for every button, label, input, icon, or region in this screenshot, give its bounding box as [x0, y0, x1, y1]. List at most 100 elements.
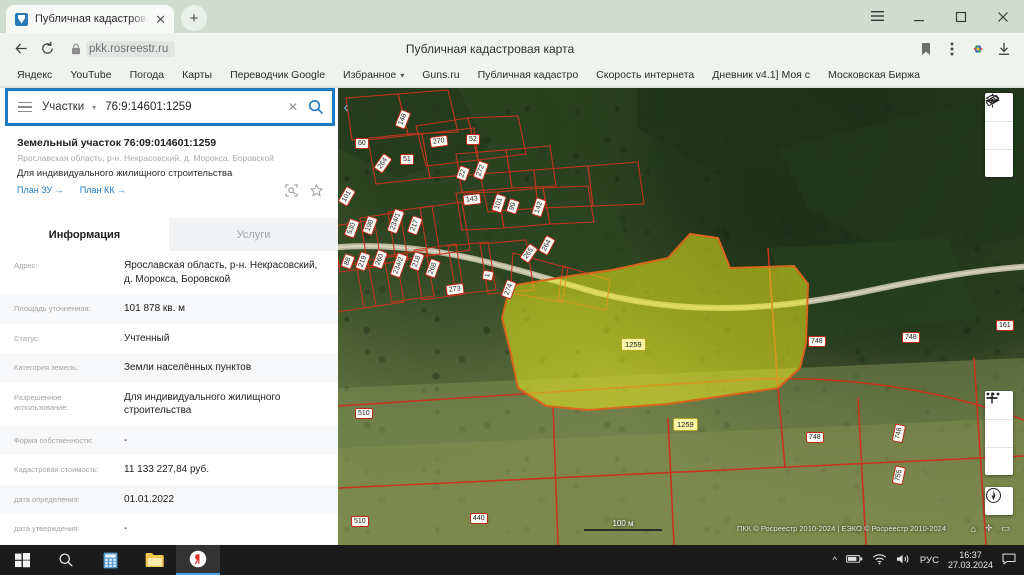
toolbar-actions: [914, 36, 1016, 62]
tab-title: Публичная кадастрова: [35, 13, 148, 25]
bookmark-item[interactable]: Скорость интернета: [587, 69, 703, 81]
wifi-icon[interactable]: [872, 553, 887, 568]
notification-icon[interactable]: [1002, 553, 1016, 568]
search-result-card[interactable]: Земельный участок 76:09:014601:1259 Ярос…: [5, 128, 335, 203]
bookmark-item[interactable]: YouTube: [61, 69, 120, 81]
extension-icon[interactable]: [966, 36, 990, 62]
volume-icon[interactable]: [896, 553, 911, 568]
clear-icon[interactable]: ✕: [280, 100, 306, 114]
panel-tabs: Информация Услуги: [0, 218, 338, 251]
info-row-value: 11 133 227,84 руб.: [124, 463, 324, 477]
menu-icon[interactable]: [8, 102, 42, 113]
new-tab-button[interactable]: +: [181, 5, 207, 31]
locate-icon[interactable]: [985, 149, 1013, 177]
download-icon[interactable]: [992, 36, 1016, 62]
result-permitted-use: Для индивидуального жилищного строительс…: [17, 168, 323, 179]
map-parcel-label: 748: [806, 432, 824, 443]
url-text: pkk.rosreestr.ru: [86, 41, 175, 57]
bookmark-item[interactable]: Яндекс: [8, 69, 61, 81]
start-button[interactable]: [0, 545, 44, 575]
bookmark-item[interactable]: Переводчик Google: [221, 69, 334, 81]
window-controls: [856, 0, 1024, 33]
bookmark-icon[interactable]: [914, 36, 938, 62]
bookmark-item[interactable]: Дневник v4.1] Моя с: [703, 69, 819, 81]
bookmark-label: Guns.ru: [422, 69, 459, 81]
plan-kk-link[interactable]: План КК →: [80, 185, 126, 195]
language-indicator[interactable]: РУС: [920, 555, 939, 566]
map-attribution: ПКК © Росреестр 2010-2024 | ЕЭКО © Росре…: [737, 524, 946, 533]
measure-icon[interactable]: [985, 121, 1013, 149]
navigation-bar: pkk.rosreestr.ru Публичная кадастровая к…: [0, 33, 1024, 64]
bookmark-item-folder[interactable]: Избранное ▾: [334, 69, 413, 81]
search-category[interactable]: Участки: [42, 101, 88, 113]
back-icon[interactable]: [8, 36, 34, 62]
favorite-star-icon[interactable]: [310, 184, 323, 202]
window-close-icon[interactable]: [982, 0, 1024, 33]
tab-information[interactable]: Информация: [0, 218, 169, 251]
reload-icon[interactable]: [34, 36, 60, 62]
address-bar[interactable]: pkk.rosreestr.ru Публичная кадастровая к…: [66, 38, 914, 60]
plan-zu-link[interactable]: План ЗУ →: [17, 185, 64, 195]
info-row-value: Ярославская область, р-н. Некрасовский, …: [124, 259, 324, 286]
info-panel: Участки ▾ ✕ Земельный участок 76:09:0146…: [0, 88, 338, 545]
clock[interactable]: 16:37 27.03.2024: [948, 550, 993, 571]
map-parcel-label: 510: [351, 516, 369, 527]
clock-time: 16:37: [959, 550, 982, 560]
map-parcel-label: 1259: [673, 418, 698, 431]
browser-tab[interactable]: Публичная кадастрова ✕: [6, 5, 174, 33]
map-parcel-label: 510: [355, 408, 373, 419]
map-zoom-controls: [985, 391, 1013, 475]
map-parcel-label: 161: [996, 320, 1014, 331]
tab-services[interactable]: Услуги: [169, 218, 338, 251]
search-taskbar-button[interactable]: [44, 545, 88, 575]
bookmarks-bar: Яндекс YouTube Погода Карты Переводчик G…: [0, 64, 1024, 86]
file-explorer-button[interactable]: [132, 545, 176, 575]
map-canvas[interactable]: 6014827052264512227210114310199142530198…: [338, 88, 1024, 545]
info-row: Разрешенное использование:Для индивидуал…: [0, 383, 338, 426]
info-row: Статус:Учтенный: [0, 324, 338, 354]
map-compass-control: [985, 487, 1013, 515]
info-row-key: дата утверждения:: [14, 522, 114, 534]
compass-small-icon[interactable]: ✛: [985, 523, 993, 534]
tray-expand-icon[interactable]: ^: [832, 555, 836, 566]
map-parcel-label: 143: [462, 193, 481, 206]
bookmark-item[interactable]: Guns.ru: [413, 69, 468, 81]
map-tools-top: [985, 93, 1013, 177]
bookmark-item[interactable]: Погода: [121, 69, 174, 81]
zoom-to-parcel-icon[interactable]: [285, 184, 298, 202]
map-parcel-label: 60: [355, 138, 369, 149]
bookmark-label: Карты: [182, 69, 212, 81]
info-row: дата определения:01.01.2022: [0, 485, 338, 515]
yandex-browser-button[interactable]: [176, 545, 220, 575]
taskbar: ^ РУС 16:37 27.03.2024: [0, 545, 1024, 575]
bookmark-item[interactable]: Карты: [173, 69, 221, 81]
zoom-out-button[interactable]: [985, 447, 1013, 475]
close-icon[interactable]: ✕: [155, 13, 166, 26]
search-icon[interactable]: [306, 99, 332, 115]
search-bar[interactable]: Участки ▾ ✕: [5, 88, 335, 126]
info-row-value: Земли населённых пунктов: [124, 361, 324, 375]
calculator-button[interactable]: [88, 545, 132, 575]
result-links: План ЗУ → План КК →: [17, 185, 323, 195]
map-parcel-label: 51: [400, 154, 414, 165]
info-row-key: Площадь уточненная:: [14, 302, 114, 314]
panel-collapse-icon[interactable]: ‹: [339, 92, 353, 122]
maximize-icon[interactable]: [940, 0, 982, 33]
info-row-key: Кадастровая стоимость:: [14, 463, 114, 475]
lock-icon: [66, 39, 86, 59]
compass-icon[interactable]: [985, 487, 1013, 515]
chevron-down-icon[interactable]: ▾: [88, 103, 105, 112]
hamburger-icon[interactable]: [856, 0, 898, 33]
tab-strip: Публичная кадастрова ✕ +: [0, 0, 1024, 33]
info-row: Адрес:Ярославская область, р-н. Некрасов…: [0, 251, 338, 294]
home-icon[interactable]: ⌂: [971, 524, 976, 534]
print-icon[interactable]: ▭: [1001, 523, 1010, 534]
bookmark-label: Избранное: [343, 69, 396, 81]
more-menu-icon[interactable]: [940, 36, 964, 62]
zoom-options-button[interactable]: [985, 419, 1013, 447]
bookmark-item[interactable]: Публичная кадастро: [469, 69, 588, 81]
minimize-icon[interactable]: [898, 0, 940, 33]
bookmark-item[interactable]: Московская Биржа: [819, 69, 929, 81]
battery-icon[interactable]: [846, 554, 863, 567]
search-input[interactable]: [105, 101, 280, 113]
